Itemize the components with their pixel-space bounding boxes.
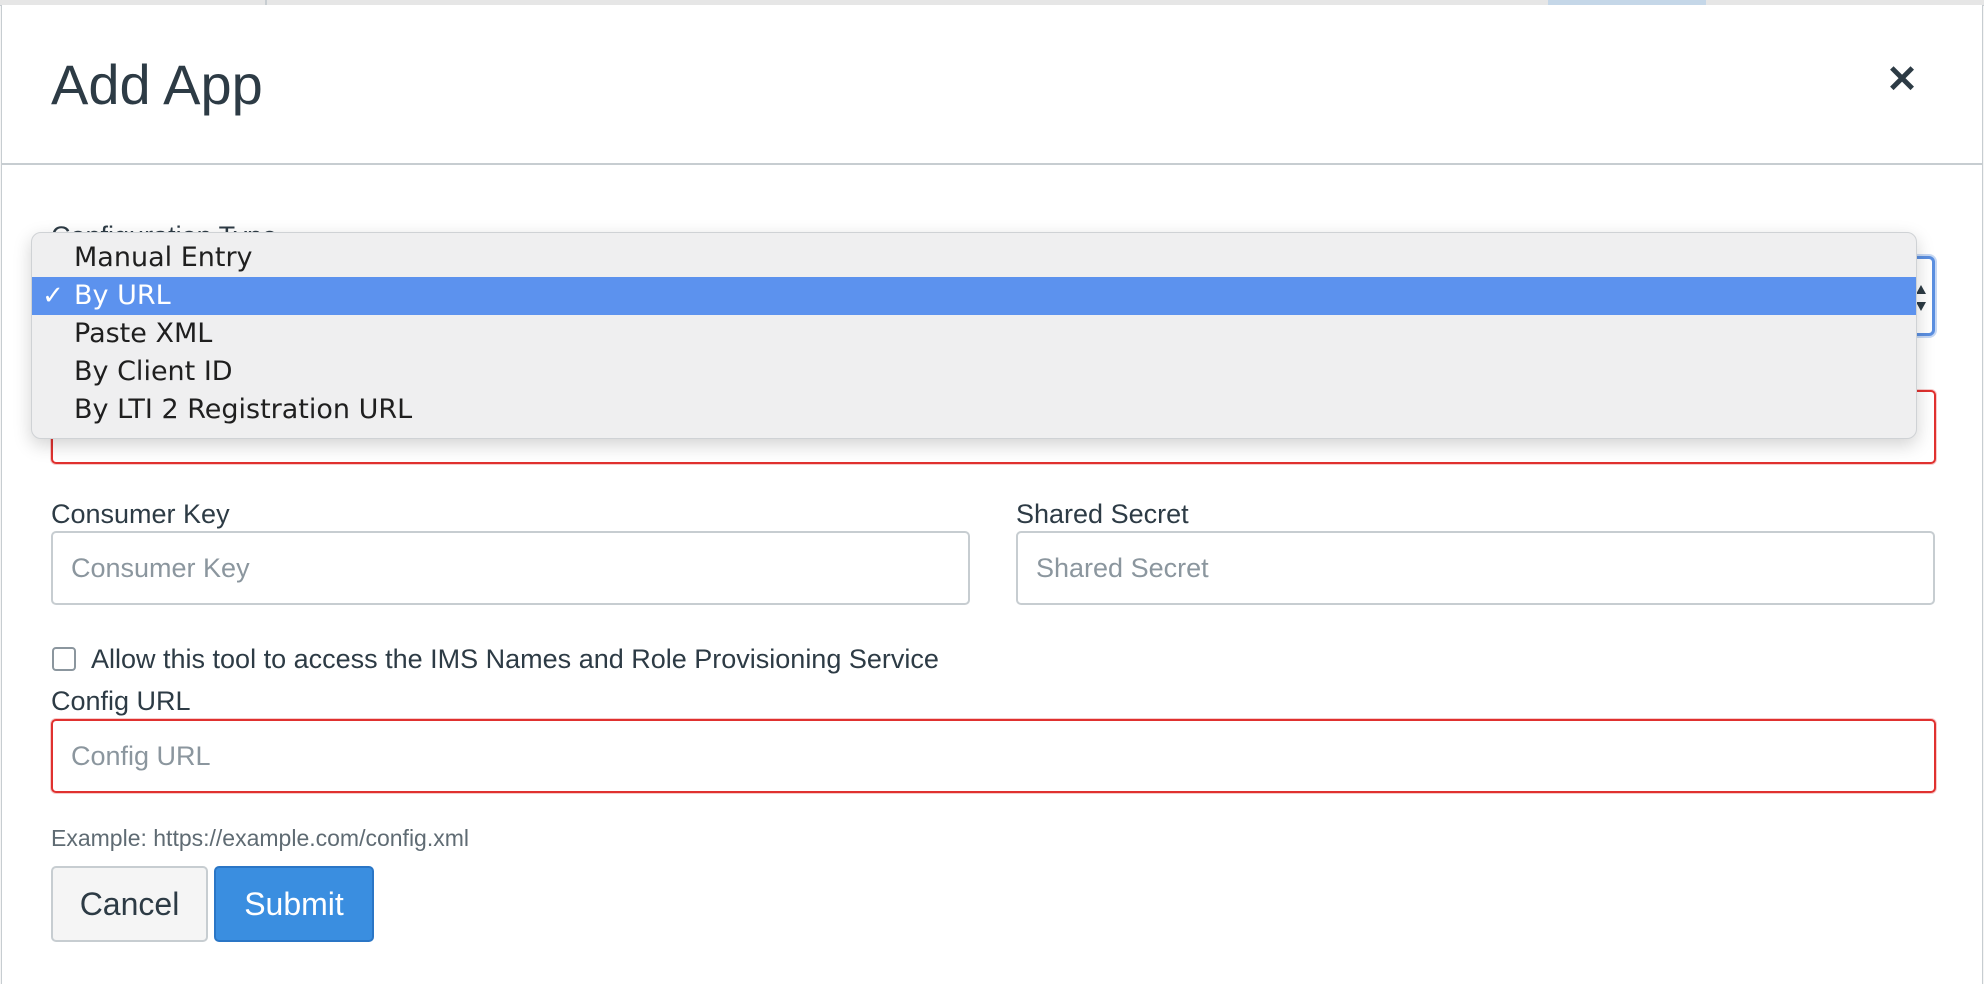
cancel-button[interactable]: Cancel (51, 866, 208, 942)
ims-checkbox[interactable] (52, 647, 76, 671)
shared-secret-label: Shared Secret (1016, 499, 1189, 529)
option-label: By LTI 2 Registration URL (74, 394, 413, 425)
submit-button[interactable]: Submit (214, 866, 374, 942)
ims-checkbox-label[interactable]: Allow this tool to access the IMS Names … (91, 642, 939, 676)
config-url-input[interactable] (51, 719, 1936, 793)
option-by-url[interactable]: ✓ By URL (32, 277, 1916, 315)
option-label: By URL (74, 280, 171, 311)
option-label: Paste XML (74, 318, 213, 349)
option-lti2-registration-url[interactable]: By LTI 2 Registration URL (32, 391, 1916, 429)
consumer-key-input[interactable] (51, 531, 970, 605)
option-by-client-id[interactable]: By Client ID (32, 353, 1916, 391)
option-label: Manual Entry (74, 242, 253, 273)
add-app-dialog: Add App ✕ Configuration Type Consumer Ke… (1, 5, 1983, 984)
consumer-key-label: Consumer Key (51, 499, 230, 529)
close-icon[interactable]: ✕ (1882, 60, 1922, 100)
config-url-label: Config URL (51, 686, 191, 716)
dialog-header: Add App ✕ (2, 5, 1982, 165)
dialog-title: Add App (51, 53, 263, 116)
option-paste-xml[interactable]: Paste XML (32, 315, 1916, 353)
checkmark-icon: ✓ (42, 281, 64, 311)
option-label: By Client ID (74, 356, 233, 387)
shared-secret-input[interactable] (1016, 531, 1935, 605)
config-url-hint: Example: https://example.com/config.xml (51, 825, 469, 851)
option-manual-entry[interactable]: Manual Entry (32, 239, 1916, 277)
config-type-dropdown: Manual Entry ✓ By URL Paste XML By Clien… (31, 232, 1917, 439)
